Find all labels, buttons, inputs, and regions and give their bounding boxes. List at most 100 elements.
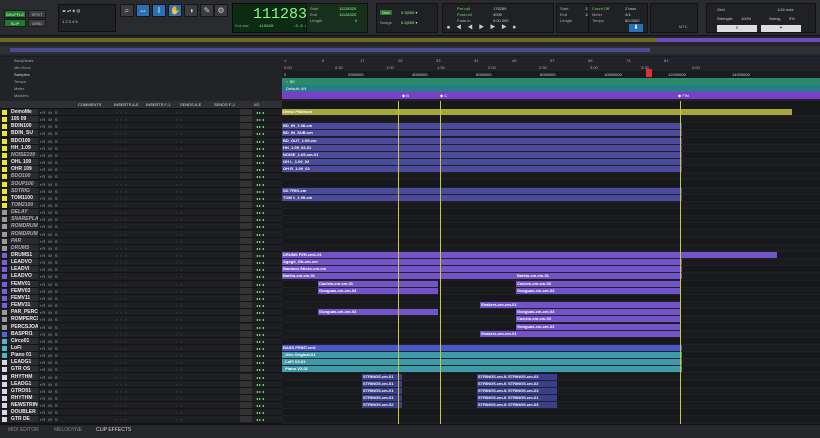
track-name[interactable]: RHYTHM: [10, 373, 38, 380]
insert-slots-ae[interactable]: ▫ ▫ ▫: [116, 282, 127, 287]
track-state-buttons[interactable]: ▪R M S: [40, 224, 59, 229]
send-slots-ae[interactable]: ▫ ▫: [176, 110, 183, 115]
track-io[interactable]: [240, 123, 252, 130]
track-name[interactable]: NEWSTRING: [10, 402, 38, 409]
audio-clip[interactable]: Gunguas-cm-cm-03: [318, 309, 438, 316]
audio-clip[interactable]: HH_1.09_02-01: [282, 144, 682, 151]
track-io[interactable]: [240, 352, 252, 359]
strength-value[interactable]: 100%: [741, 16, 751, 21]
grid-mode-button[interactable]: GRID: [28, 19, 46, 27]
track-io[interactable]: [240, 344, 252, 351]
track-state-buttons[interactable]: ▪R M S: [40, 389, 59, 394]
mtc-label[interactable]: MTC: [679, 24, 688, 29]
track-name[interactable]: BDO100: [10, 137, 38, 144]
track-row[interactable]: BDIN_SU ▪R M S ▫ ▫ ▫ ▫ ▫ ◂▸◂: [0, 130, 282, 138]
tempo-ruler[interactable]: ♩80: [282, 78, 820, 85]
audio-clip[interactable]: Demo Platinum: [282, 109, 792, 115]
track-io[interactable]: [240, 173, 252, 180]
track-io[interactable]: [240, 387, 252, 394]
trim-tool-icon[interactable]: ⇔: [136, 4, 150, 17]
track-io[interactable]: [240, 337, 252, 344]
meter-marker[interactable]: Default: 4/4: [286, 86, 306, 91]
track-name[interactable]: LEADVI: [10, 266, 38, 273]
track-row[interactable]: RHYTHM ▪R M S ▫ ▫ ▫ ▫ ▫ ◂▸◂: [0, 373, 282, 381]
track-row[interactable]: 105 09 ▪R M S ▫ ▫ ▫ ▫ ▫ ◂▸◂: [0, 116, 282, 124]
conductor-icon[interactable]: ⬇: [629, 24, 643, 32]
insert-slots-ae[interactable]: ▫ ▫ ▫: [116, 296, 127, 301]
track-name[interactable]: GTRO01: [10, 387, 38, 394]
track-row[interactable]: PERCSJOA ▪R M S ▫ ▫ ▫ ▫ ▫ ◂▸◂: [0, 323, 282, 331]
postroll-value[interactable]: 4095: [493, 12, 502, 17]
track-io[interactable]: [240, 244, 252, 251]
audio-clip[interactable]: OH R_1.09_02: [282, 166, 682, 173]
track-state-buttons[interactable]: ▪R M S: [40, 367, 59, 372]
track-lane[interactable]: [282, 337, 820, 345]
audio-clip[interactable]: SD TRIG-cm: [282, 187, 682, 194]
io-column[interactable]: I/O: [254, 102, 259, 107]
track-state-buttons[interactable]: ▪R M S: [40, 174, 59, 179]
track-name[interactable]: SNAREPLAT: [10, 216, 38, 223]
inserts-fj-column[interactable]: INSERTS F-J: [146, 102, 170, 107]
audio-clip[interactable]: Shakers-cm-cm-01: [480, 302, 680, 309]
track-row[interactable]: LEADVI ▪R M S ▫ ▫ ▫ ▫ ▫ ◂▸◂: [0, 266, 282, 274]
track-row[interactable]: DemoMe ▪R M S ▫ ▫ ▫ ▫ ▫ ◂▸◂: [0, 109, 282, 117]
track-io[interactable]: [240, 287, 252, 294]
insert-slots-ae[interactable]: ▫ ▫ ▫: [116, 375, 127, 380]
track-name[interactable]: LEADG1: [10, 380, 38, 387]
send-slots-ae[interactable]: ▫ ▫: [176, 346, 183, 351]
pan-controls[interactable]: ◂▸◂: [256, 317, 265, 322]
swing-value[interactable]: 0%: [789, 16, 795, 21]
track-state-buttons[interactable]: ▪R M S: [40, 131, 59, 136]
pan-controls[interactable]: ◂▸◂: [256, 117, 265, 122]
send-slots-ae[interactable]: ▫ ▫: [176, 303, 183, 308]
pan-controls[interactable]: ◂▸◂: [256, 267, 265, 272]
pan-controls[interactable]: ◂▸◂: [256, 367, 265, 372]
track-state-buttons[interactable]: ▪R M S: [40, 260, 59, 265]
grid-value[interactable]: 0.2|000 ▾: [401, 10, 417, 15]
send-slots-ae[interactable]: ▫ ▫: [176, 217, 183, 222]
track-row[interactable]: FEMV11 ▪R M S ▫ ▫ ▫ ▫ ▫ ◂▸◂: [0, 294, 282, 302]
insert-slots-ae[interactable]: ▫ ▫ ▫: [116, 310, 127, 315]
insert-slots-ae[interactable]: ▫ ▫ ▫: [116, 117, 127, 122]
pan-controls[interactable]: ◂▸◂: [256, 210, 265, 215]
track-io[interactable]: [240, 302, 252, 309]
pan-controls[interactable]: ◂▸◂: [256, 274, 265, 279]
track-state-buttons[interactable]: ▪R M S: [40, 246, 59, 251]
send-slots-ae[interactable]: ▫ ▫: [176, 153, 183, 158]
track-io[interactable]: [240, 144, 252, 151]
send-slots-ae[interactable]: ▫ ▫: [176, 389, 183, 394]
audio-clip[interactable]: STRINGS.cm-03: [507, 387, 555, 394]
insert-slots-ae[interactable]: ▫ ▫ ▫: [116, 403, 127, 408]
track-name[interactable]: HH_1.09: [10, 144, 38, 151]
audio-clip[interactable]: STRINGS.cm-02: [362, 402, 402, 409]
track-name[interactable]: DemoMe: [10, 109, 38, 115]
track-name[interactable]: SOUP100: [10, 180, 38, 187]
audio-clip[interactable]: Gunguas-cm-cm-03: [516, 309, 680, 316]
grid-label[interactable]: Grid: [380, 10, 392, 15]
send-slots-ae[interactable]: ▫ ▫: [176, 253, 183, 258]
fadein-value[interactable]: 0:00.250: [493, 18, 509, 23]
track-io[interactable]: [240, 259, 252, 266]
send-slots-ae[interactable]: ▫ ▫: [176, 203, 183, 208]
send-slots-ae[interactable]: ▫ ▫: [176, 131, 183, 136]
audio-clip[interactable]: BD_OUT_1.09-cm: [282, 137, 682, 144]
insert-slots-ae[interactable]: ▫ ▫ ▫: [116, 317, 127, 322]
track-state-buttons[interactable]: ▪R M S: [40, 217, 59, 222]
insert-slots-ae[interactable]: ▫ ▫ ▫: [116, 203, 127, 208]
insert-slots-ae[interactable]: ▫ ▫ ▫: [116, 124, 127, 129]
track-io[interactable]: [240, 395, 252, 401]
pan-controls[interactable]: ◂▸◂: [256, 325, 265, 330]
playhead-flag[interactable]: [646, 69, 652, 77]
audio-clip[interactable]: DRUMS FER.cm1-01: [282, 252, 777, 258]
pan-controls[interactable]: ◂▸◂: [256, 375, 265, 380]
bars-ruler[interactable]: 1 9 17 25 33 41 49 57 65 73 81: [282, 57, 820, 64]
track-name[interactable]: TOM1100: [10, 194, 38, 201]
track-lanes[interactable]: Demo Platinum BD_IN_1.08-cm BD_IN_SUB-cm BD…: [282, 109, 820, 424]
track-io[interactable]: [240, 416, 252, 423]
pan-controls[interactable]: ◂▸◂: [256, 167, 265, 172]
track-state-buttons[interactable]: ▪R M S: [40, 403, 59, 408]
insert-slots-ae[interactable]: ▫ ▫ ▫: [116, 274, 127, 279]
track-state-buttons[interactable]: ▪R M S: [40, 296, 59, 301]
pan-controls[interactable]: ◂▸◂: [256, 139, 265, 144]
track-name[interactable]: GTR OS: [10, 366, 38, 373]
